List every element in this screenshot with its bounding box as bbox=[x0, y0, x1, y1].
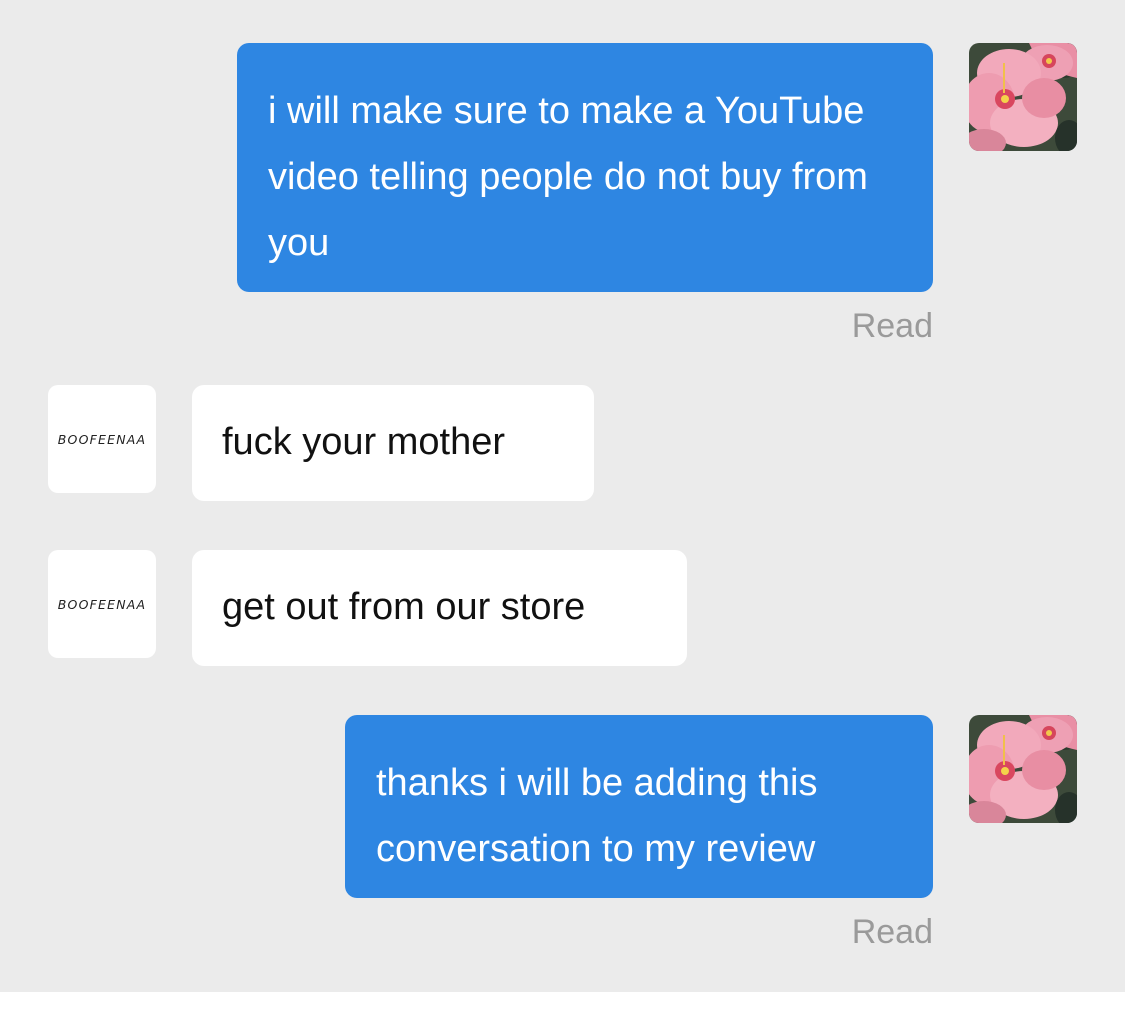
outgoing-message-bubble[interactable]: i will make sure to make a YouTube video… bbox=[237, 43, 933, 292]
user-avatar[interactable] bbox=[969, 715, 1077, 823]
hibiscus-flower-icon bbox=[969, 715, 1077, 823]
store-logo: BOOFEENAA bbox=[57, 431, 147, 447]
incoming-message-bubble[interactable]: fuck your mother bbox=[192, 385, 594, 501]
message-text: i will make sure to make a YouTube video… bbox=[268, 90, 868, 264]
message-text: thanks i will be adding this conversatio… bbox=[376, 762, 818, 870]
incoming-message-bubble[interactable]: get out from our store bbox=[192, 550, 687, 666]
hibiscus-flower-icon bbox=[969, 43, 1077, 151]
store-avatar[interactable]: BOOFEENAA bbox=[48, 550, 156, 658]
read-receipt: Read bbox=[851, 913, 933, 951]
store-logo: BOOFEENAA bbox=[57, 596, 147, 612]
message-text: get out from our store bbox=[222, 586, 586, 628]
user-avatar[interactable] bbox=[969, 43, 1077, 151]
outgoing-message-bubble[interactable]: thanks i will be adding this conversatio… bbox=[345, 715, 933, 898]
store-avatar[interactable]: BOOFEENAA bbox=[48, 385, 156, 493]
message-text: fuck your mother bbox=[222, 421, 505, 463]
chat-conversation[interactable]: i will make sure to make a YouTube video… bbox=[0, 0, 1125, 992]
read-receipt: Read bbox=[851, 307, 933, 345]
